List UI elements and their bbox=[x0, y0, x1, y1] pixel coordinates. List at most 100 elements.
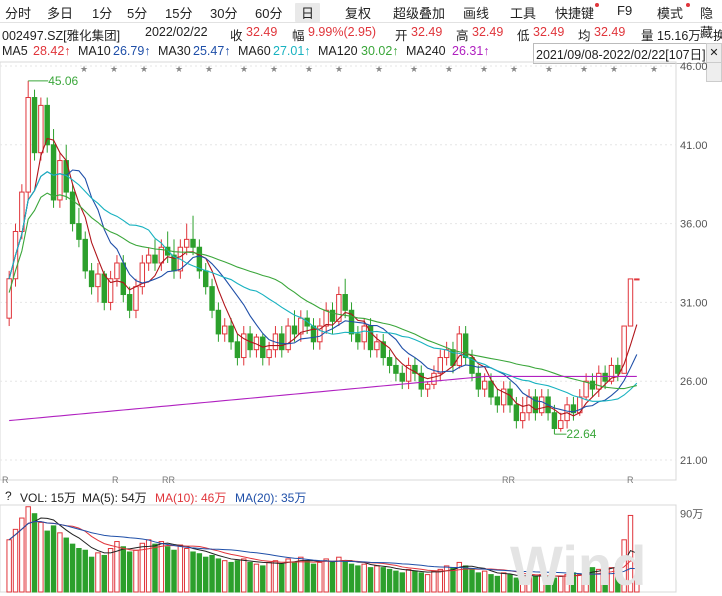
volume-bar[interactable] bbox=[285, 558, 291, 593]
volume-bar[interactable] bbox=[12, 528, 19, 593]
volume-bar[interactable] bbox=[393, 570, 399, 593]
candle-body[interactable] bbox=[76, 223, 82, 240]
candle-body[interactable] bbox=[558, 420, 564, 429]
candle-body[interactable] bbox=[126, 294, 133, 311]
event-star-icon[interactable]: ★ bbox=[580, 64, 588, 74]
candle-body[interactable] bbox=[513, 404, 520, 422]
volume-bar[interactable] bbox=[158, 541, 165, 593]
candle-body[interactable] bbox=[361, 325, 367, 343]
event-star-icon[interactable]: ★ bbox=[610, 64, 618, 74]
candle-body[interactable] bbox=[120, 262, 127, 296]
volume-bar[interactable] bbox=[298, 556, 304, 593]
volume-bar[interactable] bbox=[279, 563, 285, 593]
event-star-icon[interactable]: ★ bbox=[240, 64, 248, 74]
volume-bar[interactable] bbox=[323, 558, 329, 593]
volume-bar[interactable] bbox=[234, 560, 241, 593]
candle-body[interactable] bbox=[475, 372, 482, 390]
candle-body[interactable] bbox=[437, 357, 444, 374]
volume-bar[interactable] bbox=[76, 548, 82, 593]
candle-body[interactable] bbox=[589, 380, 596, 390]
volume-bar[interactable] bbox=[63, 537, 69, 593]
volume-bar[interactable] bbox=[253, 563, 260, 593]
volume-bar[interactable] bbox=[291, 561, 298, 593]
candle-body[interactable] bbox=[551, 412, 558, 429]
volume-bar[interactable] bbox=[329, 561, 336, 593]
volume-bar[interactable] bbox=[183, 548, 190, 593]
candle-body[interactable] bbox=[228, 325, 234, 343]
candle-body[interactable] bbox=[279, 333, 285, 351]
event-star-icon[interactable]: ★ bbox=[375, 64, 383, 74]
candle-body[interactable] bbox=[481, 380, 488, 390]
candle-body[interactable] bbox=[456, 333, 463, 366]
candle-body[interactable] bbox=[602, 372, 608, 382]
volume-bar[interactable] bbox=[139, 542, 146, 593]
volume-bar[interactable] bbox=[310, 563, 317, 593]
candle-body[interactable] bbox=[634, 278, 640, 281]
event-star-icon[interactable]: ★ bbox=[80, 64, 88, 74]
candle-body[interactable] bbox=[222, 325, 228, 335]
volume-bar[interactable] bbox=[443, 565, 450, 593]
event-star-icon[interactable]: ★ bbox=[545, 64, 553, 74]
volume-bar[interactable] bbox=[475, 572, 482, 593]
volume-bar[interactable] bbox=[107, 548, 114, 593]
volume-bar[interactable] bbox=[342, 560, 348, 593]
candle-body[interactable] bbox=[488, 380, 494, 398]
candle-body[interactable] bbox=[374, 341, 380, 351]
volume-bar[interactable] bbox=[171, 549, 177, 593]
event-star-icon[interactable]: ★ bbox=[305, 64, 313, 74]
candle-body[interactable] bbox=[31, 97, 38, 154]
volume-bar[interactable] bbox=[247, 561, 253, 593]
candle-body[interactable] bbox=[183, 238, 190, 248]
candle-body[interactable] bbox=[583, 380, 589, 398]
volume-bar[interactable] bbox=[57, 532, 63, 593]
candle-body[interactable] bbox=[266, 349, 272, 359]
candle-body[interactable] bbox=[355, 333, 361, 343]
volume-bar[interactable] bbox=[120, 546, 127, 593]
candle-body[interactable] bbox=[6, 278, 12, 319]
candle-body[interactable] bbox=[386, 357, 393, 366]
candle-body[interactable] bbox=[82, 238, 88, 272]
volume-help-icon[interactable]: ? bbox=[5, 489, 12, 503]
candle-body[interactable] bbox=[329, 309, 336, 322]
candle-body[interactable] bbox=[25, 97, 31, 193]
volume-bar[interactable] bbox=[241, 558, 247, 593]
candle-body[interactable] bbox=[291, 325, 298, 335]
volume-bar[interactable] bbox=[450, 567, 456, 593]
volume-bar[interactable] bbox=[31, 513, 38, 593]
volume-bar[interactable] bbox=[405, 568, 412, 593]
volume-bar[interactable] bbox=[44, 530, 50, 593]
volume-bar[interactable] bbox=[355, 565, 361, 593]
volume-bar[interactable] bbox=[101, 554, 107, 593]
candle-body[interactable] bbox=[234, 341, 241, 359]
candle-body[interactable] bbox=[152, 254, 158, 264]
volume-bar[interactable] bbox=[215, 558, 222, 593]
volume-bar[interactable] bbox=[380, 567, 386, 593]
event-star-icon[interactable]: ★ bbox=[510, 64, 518, 74]
candle-body[interactable] bbox=[310, 325, 317, 343]
volume-bar[interactable] bbox=[196, 553, 203, 593]
volume-bar[interactable] bbox=[488, 574, 494, 593]
volume-bar[interactable] bbox=[424, 574, 431, 593]
volume-bar[interactable] bbox=[50, 525, 57, 593]
volume-bar[interactable] bbox=[374, 565, 380, 593]
volume-bar[interactable] bbox=[260, 565, 266, 593]
event-star-icon[interactable]: ★ bbox=[335, 64, 343, 74]
kline-chart[interactable]: 46.00 41.00 36.00 31.00 26.00 21.00 ★ ★ ★ ★ ★ ★ ★ ★ ★ ★… bbox=[0, 0, 722, 596]
volume-bar[interactable] bbox=[266, 561, 272, 593]
candle-body[interactable] bbox=[50, 144, 57, 201]
volume-bar[interactable] bbox=[190, 551, 196, 593]
candle-body[interactable] bbox=[209, 286, 215, 311]
volume-bar[interactable] bbox=[437, 568, 444, 593]
candle-body[interactable] bbox=[342, 294, 348, 311]
volume-bar[interactable] bbox=[348, 563, 355, 593]
volume-bar[interactable] bbox=[177, 544, 184, 593]
event-star-icon[interactable]: ★ bbox=[270, 64, 278, 74]
event-star-icon[interactable]: ★ bbox=[480, 64, 488, 74]
volume-bar[interactable] bbox=[145, 539, 152, 593]
candle-body[interactable] bbox=[69, 191, 76, 225]
candle-body[interactable] bbox=[393, 364, 399, 374]
candle-body[interactable] bbox=[101, 273, 107, 303]
volume-bar[interactable] bbox=[418, 572, 424, 593]
volume-bar[interactable] bbox=[114, 541, 120, 593]
event-star-icon[interactable]: ★ bbox=[650, 64, 658, 74]
